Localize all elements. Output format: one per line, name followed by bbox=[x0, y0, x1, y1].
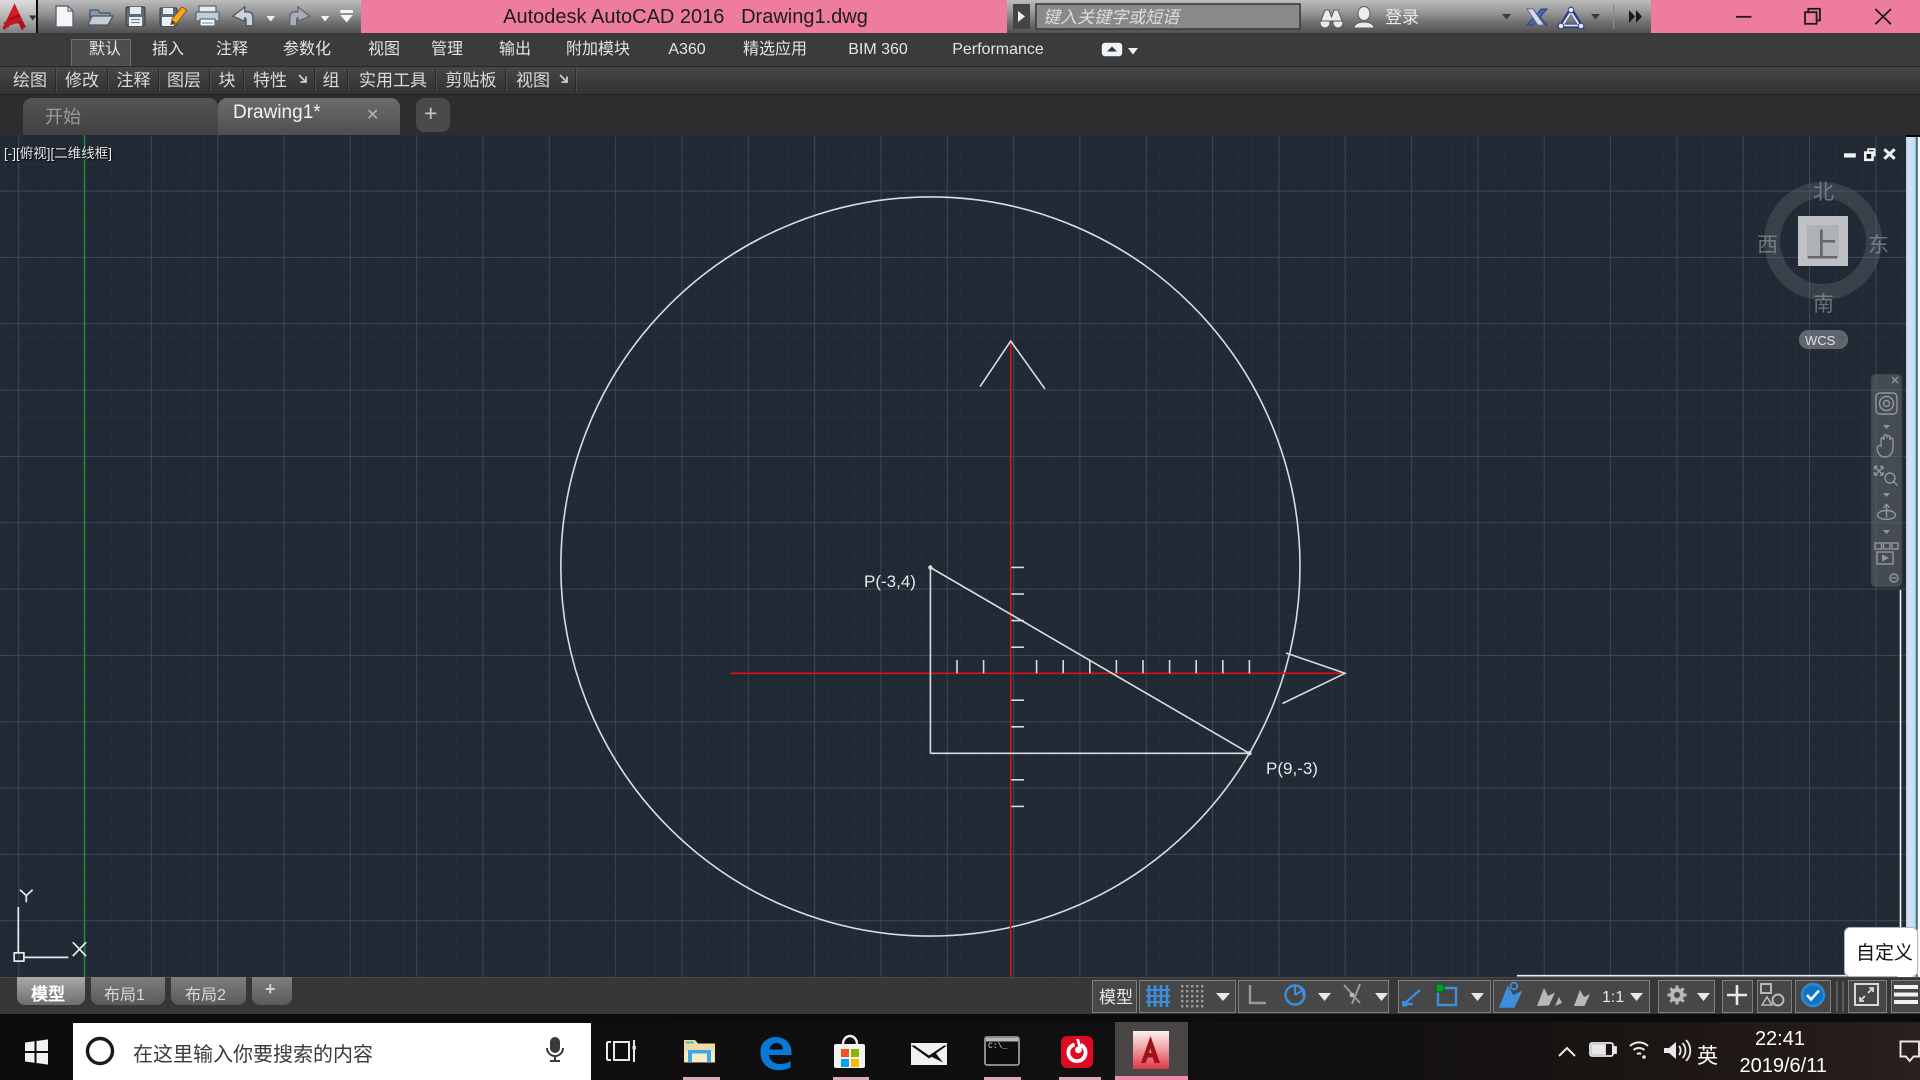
svg-text:上: 上 bbox=[1806, 227, 1839, 264]
svg-text:西: 西 bbox=[1757, 234, 1778, 257]
svg-text:1:1: 1:1 bbox=[1602, 989, 1624, 1006]
svg-text:北: 北 bbox=[1813, 181, 1834, 204]
svg-text:东: 东 bbox=[1868, 234, 1889, 257]
svg-text:P(9,-3): P(9,-3) bbox=[1266, 759, 1318, 778]
svg-text:键入关键字或短语: 键入关键字或短语 bbox=[1043, 8, 1182, 27]
svg-text:P(-3,4): P(-3,4) bbox=[864, 572, 916, 591]
svg-text:南: 南 bbox=[1813, 293, 1834, 316]
svg-text:WCS: WCS bbox=[1805, 333, 1836, 348]
svg-text:登录: 登录 bbox=[1385, 8, 1419, 27]
svg-text:C:\_: C:\_ bbox=[988, 1042, 1007, 1051]
